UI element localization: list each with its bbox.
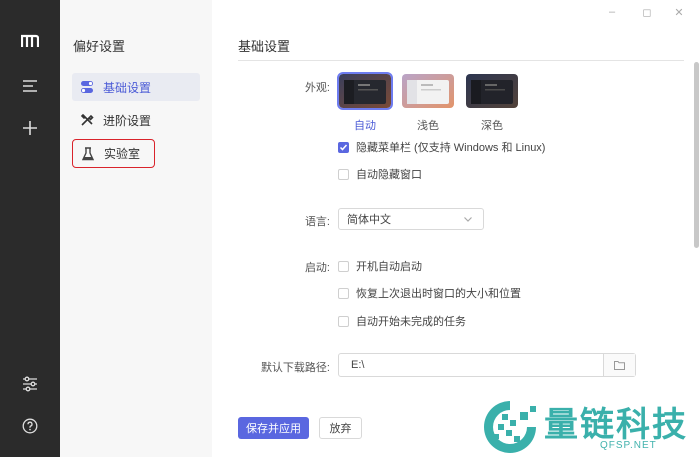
scrollbar[interactable]: [694, 62, 699, 248]
startup-label: 启动:: [304, 262, 330, 274]
checkbox-icon: [338, 168, 349, 180]
plus-icon[interactable]: [18, 116, 42, 140]
logo-icon[interactable]: [18, 29, 42, 53]
checkbox-label: 开机自动启动: [356, 261, 422, 273]
resume-tasks-checkbox[interactable]: 自动开始未完成的任务: [338, 313, 466, 329]
sidebar-item-lab[interactable]: 实验室: [72, 139, 155, 168]
restore-window-checkbox[interactable]: 恢复上次退出时窗口的大小和位置: [338, 285, 521, 301]
theme-dark-label[interactable]: 深色: [466, 117, 518, 133]
restore-button[interactable]: ◻: [640, 6, 654, 19]
chevron-down-icon: [463, 214, 473, 227]
sidebar-item-basic[interactable]: 基础设置: [72, 73, 200, 101]
menu-icon[interactable]: [18, 74, 42, 98]
theme-light-label[interactable]: 浅色: [402, 117, 454, 133]
sidebar-item-label: 基础设置: [103, 80, 152, 95]
download-path-value: E:\: [351, 359, 365, 371]
discard-button[interactable]: 放弃: [319, 417, 362, 439]
download-path-input[interactable]: E:\: [338, 353, 636, 377]
watermark-text: 量链科技: [544, 405, 688, 445]
watermark-logo: 量链科技 QFSP.NET: [478, 396, 700, 457]
minimize-button[interactable]: ‒: [605, 6, 619, 18]
checkbox-icon: [338, 260, 349, 272]
hide-menubar-checkbox[interactable]: 隐藏菜单栏 (仅支持 Windows 和 Linux): [338, 139, 545, 155]
divider: [238, 60, 684, 61]
checkbox-label: 自动隐藏窗口: [356, 169, 422, 181]
save-apply-button[interactable]: 保存并应用: [238, 417, 309, 439]
checkbox-label: 自动开始未完成的任务: [356, 316, 466, 328]
sidebar-title: 偏好设置: [73, 39, 126, 54]
sidebar-item-label: 进阶设置: [103, 113, 152, 128]
toggle-icon: [79, 79, 95, 95]
appearance-label: 外观:: [304, 82, 330, 94]
page-title: 基础设置: [238, 39, 291, 54]
language-select[interactable]: 简体中文: [338, 208, 484, 230]
settings-panel: ‒ ◻ ✕ 基础设置 外观: 自动 浅色 深色 隐藏菜单栏 (仅支持 Windo…: [212, 0, 700, 457]
language-value: 简体中文: [347, 214, 391, 226]
checkbox-checked-icon: [338, 141, 349, 153]
theme-dark-thumbnail[interactable]: [466, 74, 518, 108]
close-button[interactable]: ✕: [672, 6, 686, 19]
sidebar-item-advanced[interactable]: 进阶设置: [72, 106, 200, 134]
checkbox-label: 隐藏菜单栏 (仅支持 Windows 和 Linux): [356, 142, 546, 154]
app-rail: [0, 0, 60, 457]
auto-hide-window-checkbox[interactable]: 自动隐藏窗口: [338, 166, 422, 182]
sidebar-item-label: 实验室: [104, 147, 141, 161]
theme-light-thumbnail[interactable]: [402, 74, 454, 108]
theme-auto-thumbnail[interactable]: [337, 72, 393, 110]
launch-at-startup-checkbox[interactable]: 开机自动启动: [338, 258, 422, 274]
sliders-icon[interactable]: [18, 372, 42, 396]
help-icon[interactable]: [18, 414, 42, 438]
checkbox-label: 恢复上次退出时窗口的大小和位置: [356, 288, 521, 300]
language-label: 语言:: [304, 216, 330, 228]
folder-icon[interactable]: [603, 354, 635, 376]
theme-auto-label[interactable]: 自动: [339, 117, 391, 133]
watermark-emblem-icon: [484, 401, 536, 453]
download-path-label: 默认下载路径:: [260, 362, 330, 374]
tools-icon: [79, 112, 95, 128]
watermark-subtext: QFSP.NET: [600, 440, 657, 451]
checkbox-icon: [338, 287, 349, 299]
settings-sidebar: 偏好设置 基础设置 进阶设置 实验室: [60, 0, 212, 457]
checkbox-icon: [338, 315, 349, 327]
flask-icon: [80, 146, 96, 162]
